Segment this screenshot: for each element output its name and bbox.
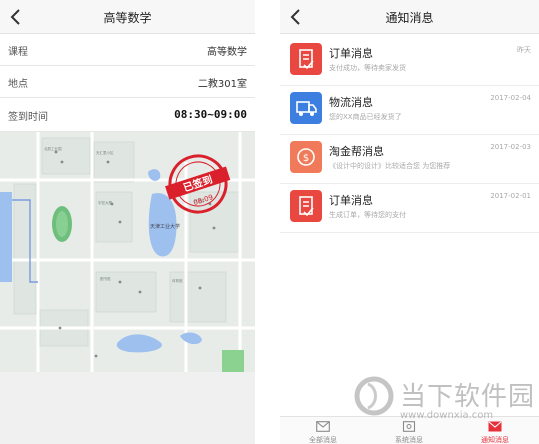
message-date: 2017-02-03 [490,143,531,151]
watermark-brand: 当下软件园 [400,382,536,412]
checkin-time-value: 08:30~09:00 [174,108,247,121]
message-item[interactable]: 订单消息 生成订单，等待您的支付 2017-02-01 [280,184,539,233]
message-subtitle: 《设计中的设计》比较适合您 为您推荐 [329,162,451,170]
course-label: 课程 [8,47,28,58]
watermark: 当下软件园 www.downxia.com [352,372,539,444]
svg-text:$: $ [303,153,309,164]
bottom-blank-area [0,372,255,444]
page-title: 通知消息 [385,11,434,25]
message-subtitle: 您的XX商品已经发货了 [329,113,402,121]
watermark-logo-icon [354,376,394,416]
course-row: 课程 高等数学 [0,34,255,66]
campus-map[interactable]: 北辰工业园天汇里小区 宇宏大厦 信息楼 图书馆 体育馆 天津工业大学 已签到 08:… [0,132,255,372]
message-date: 2017-02-04 [490,94,531,102]
svg-text:天汇里小区: 天汇里小区 [96,150,114,155]
message-item[interactable]: $ 淘金帮消息 《设计中的设计》比较适合您 为您推荐 2017-02-03 [280,135,539,184]
svg-text:图书馆: 图书馆 [100,276,111,281]
navbar: 高等数学 [0,0,255,34]
order-icon [290,43,322,75]
message-title: 订单消息 [329,47,373,60]
checkin-time-label: 签到时间 [8,112,48,123]
message-subtitle: 支付成功，等待卖家发货 [329,64,406,72]
location-value: 二教301室 [197,79,247,90]
page-title: 高等数学 [103,11,152,25]
message-date: 2017-02-01 [490,192,531,200]
message-item[interactable]: 订单消息 支付成功，等待卖家发货 昨天 [280,37,539,86]
svg-text:宇宏大厦: 宇宏大厦 [98,200,112,205]
svg-text:体育馆: 体育馆 [172,278,183,283]
watermark-url: www.downxia.com [400,410,494,421]
course-value: 高等数学 [207,47,247,58]
coin-icon: $ [290,141,322,173]
order-icon [290,190,322,222]
campus-label: 天津工业大学 [150,223,180,230]
truck-icon [290,92,322,124]
course-checkin-screen: 高等数学 课程 高等数学 地点 二教301室 签到时间 08:30~09:00 [0,0,255,444]
mail-icon [316,421,330,432]
message-subtitle: 生成订单，等待您的支付 [329,211,406,219]
location-label: 地点 [8,79,28,90]
message-date: 昨天 [517,46,531,54]
location-row: 地点 二教301室 [0,66,255,98]
message-item[interactable]: 物流消息 您的XX商品已经发货了 2017-02-04 [280,86,539,135]
screen-gap [255,0,280,444]
message-title: 物流消息 [329,96,373,109]
message-title: 订单消息 [329,194,373,207]
svg-text:北辰工业园: 北辰工业园 [44,146,62,151]
message-title: 淘金帮消息 [329,145,384,158]
checkin-time-row: 签到时间 08:30~09:00 [0,98,255,132]
navbar: 通知消息 [280,0,539,34]
